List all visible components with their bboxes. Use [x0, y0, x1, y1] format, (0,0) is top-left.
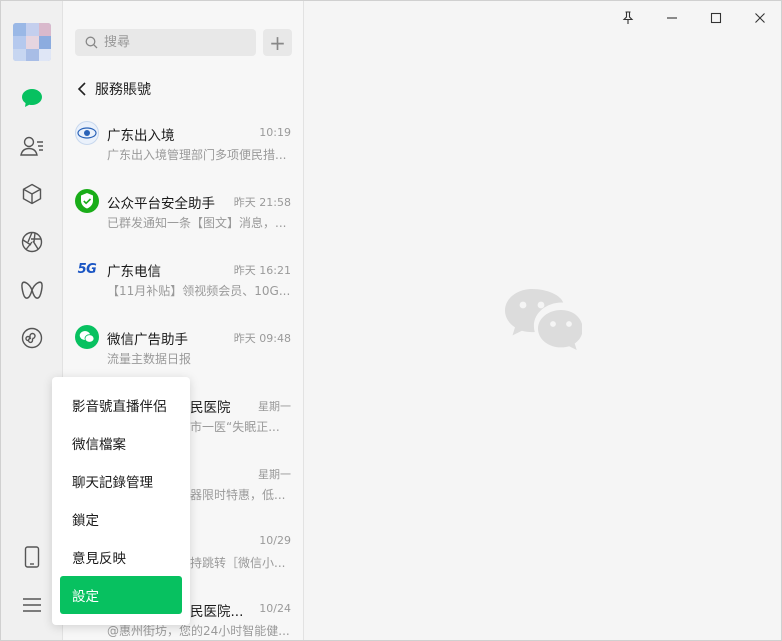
settings-popup-menu: 影音號直播伴侶 微信檔案 聊天記錄管理 鎖定 意見反映 設定 — [52, 377, 190, 625]
chat-preview: 已群发通知一条【图文】消息，... — [107, 216, 287, 230]
chat-time: 10:19 — [259, 126, 291, 139]
chat-preview: 流量主数据日报 — [107, 352, 192, 366]
chat-time: 昨天 16:21 — [233, 264, 291, 277]
chat-name: 公众平台安全助手 — [107, 196, 215, 212]
channels-icon[interactable] — [20, 278, 44, 302]
chat-time: 昨天 09:48 — [233, 332, 291, 345]
chat-preview: 市一医“失眠正... — [190, 420, 280, 434]
chat-item[interactable]: 广东出入境 10:19 广东出入境管理部门多项便民措... — [63, 119, 303, 187]
wechat-ad-icon — [75, 325, 99, 349]
chat-item[interactable]: 5G 广东电信 昨天 16:21 【11月补贴】领视频会员、10G... — [63, 255, 303, 323]
cube-icon[interactable] — [20, 182, 44, 206]
chat-item[interactable]: 公众平台安全助手 昨天 21:58 已群发通知一条【图文】消息，... — [63, 187, 303, 255]
immigration-logo-icon — [75, 121, 99, 145]
chat-icon[interactable] — [20, 86, 44, 110]
shield-check-icon — [75, 189, 99, 213]
chat-preview: 广东出入境管理部门多项便民措... — [107, 148, 287, 162]
chat-name: 微信广告助手 — [107, 332, 188, 348]
chat-time: 昨天 21:58 — [233, 196, 291, 209]
wechat-window: + 服務賬號 广东出入境 10:19 广东出入境管理部门多项便民措... 公众平… — [0, 0, 782, 641]
maximize-icon[interactable] — [702, 7, 730, 29]
chat-time: 星期一 — [258, 468, 291, 481]
contacts-icon[interactable] — [20, 134, 44, 158]
page-title: 服務賬號 — [95, 82, 151, 98]
search-box[interactable] — [75, 29, 256, 56]
minimize-icon[interactable] — [658, 7, 686, 29]
chat-time: 10/29 — [259, 534, 291, 547]
chat-time: 10/24 — [259, 602, 291, 615]
chat-preview: 【11月补贴】领视频会员、10G... — [107, 284, 291, 298]
chat-preview: 持跳转［微信小... — [190, 556, 286, 570]
telecom-5g-label: 5G — [77, 261, 97, 277]
main-panel — [304, 1, 781, 640]
mini-program-icon[interactable] — [20, 326, 44, 350]
menu-item-lock[interactable]: 鎖定 — [60, 500, 182, 538]
chat-time: 星期一 — [258, 400, 291, 413]
chat-name: 民医院 — [190, 400, 231, 416]
pin-icon[interactable] — [614, 7, 642, 29]
close-icon[interactable] — [746, 7, 774, 29]
search-icon — [85, 36, 98, 49]
avatar[interactable] — [13, 23, 51, 61]
wechat-logo-icon — [502, 287, 583, 357]
chat-preview: 器限时特惠，低... — [190, 488, 286, 502]
menu-item-settings[interactable]: 設定 — [60, 576, 182, 614]
chevron-left-icon — [77, 82, 86, 96]
menu-item-channels-live[interactable]: 影音號直播伴侶 — [60, 386, 182, 424]
menu-item-feedback[interactable]: 意見反映 — [60, 538, 182, 576]
menu-item-wechat-files[interactable]: 微信檔案 — [60, 424, 182, 462]
chat-name: 广东电信 — [107, 264, 161, 280]
moments-aperture-icon[interactable] — [20, 230, 44, 254]
telecom-5g-icon: 5G — [75, 257, 99, 281]
chat-name: 广东出入境 — [107, 128, 175, 144]
back-header[interactable]: 服務賬號 — [77, 79, 151, 99]
phone-icon[interactable] — [20, 545, 44, 569]
menu-item-chat-history[interactable]: 聊天記錄管理 — [60, 462, 182, 500]
plus-icon: + — [269, 30, 286, 55]
menu-icon[interactable] — [20, 593, 44, 617]
search-input[interactable] — [104, 35, 244, 50]
chat-name: 民医院... — [190, 604, 244, 620]
add-button[interactable]: + — [263, 29, 292, 56]
